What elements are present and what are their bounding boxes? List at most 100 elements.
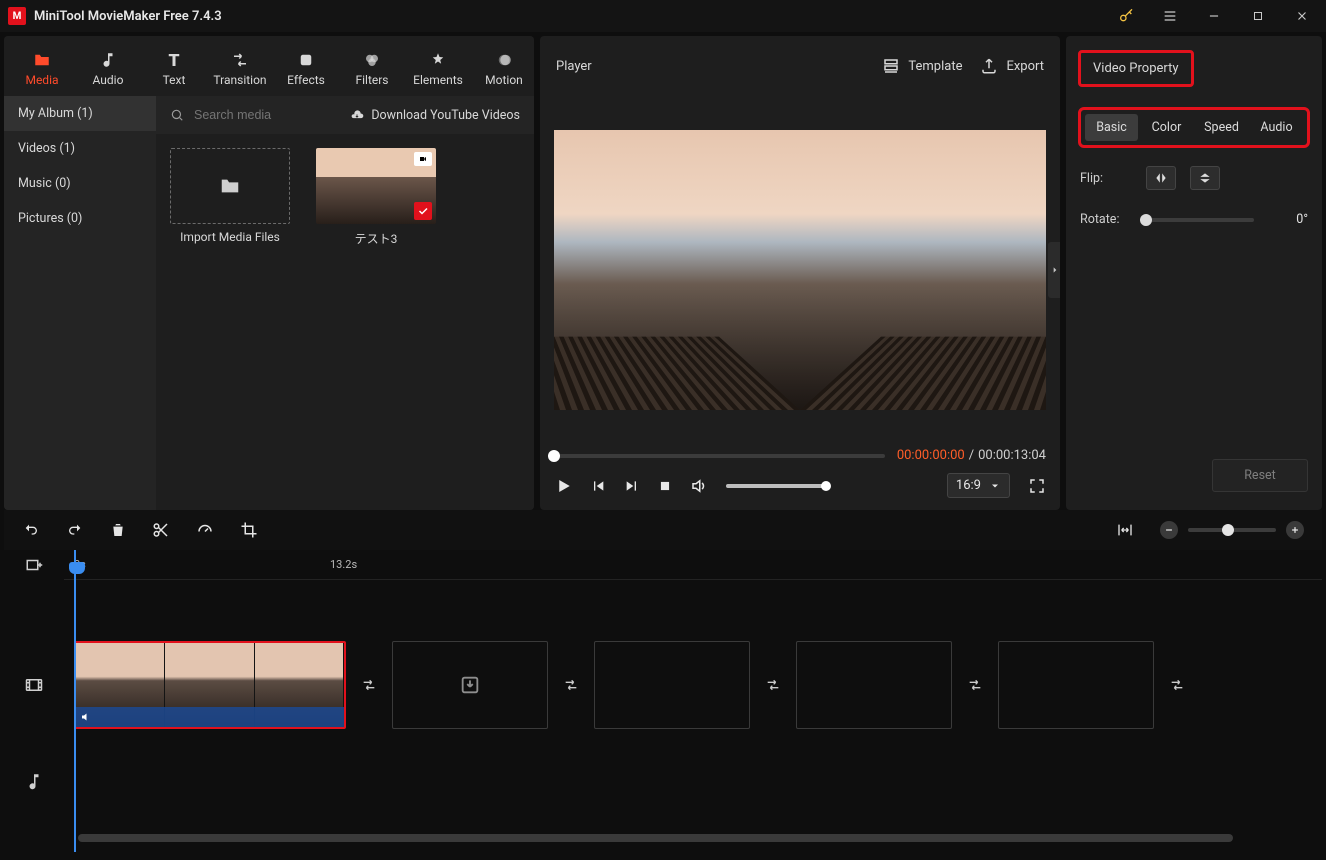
timeline-ruler[interactable]: 0s 13.2s — [64, 550, 1322, 580]
fit-timeline-button[interactable] — [1116, 522, 1134, 538]
property-title: Video Property — [1078, 50, 1194, 87]
zoom-in-button[interactable] — [1286, 521, 1304, 539]
media-tools: Download YouTube Videos — [156, 96, 534, 134]
transition-slot[interactable] — [354, 670, 384, 700]
zoom-slider[interactable] — [1188, 528, 1276, 532]
reset-label: Reset — [1244, 468, 1276, 483]
tab-label: Transition — [213, 73, 266, 87]
import-media-label: Import Media Files — [180, 230, 280, 244]
aspect-ratio-select[interactable]: 16:9 — [947, 473, 1010, 498]
download-youtube-link[interactable]: Download YouTube Videos — [349, 108, 520, 123]
tab-elements[interactable]: Elements — [406, 42, 470, 96]
tab-media[interactable]: Media — [10, 42, 74, 96]
tab-effects[interactable]: Effects — [274, 42, 338, 96]
rotate-label: Rotate: — [1080, 212, 1132, 227]
fullscreen-button[interactable] — [1028, 477, 1046, 495]
split-button[interactable] — [152, 521, 170, 539]
property-tab-color[interactable]: Color — [1140, 114, 1193, 141]
volume-slider[interactable] — [726, 484, 826, 488]
cloud-download-icon — [349, 108, 365, 122]
search-input[interactable] — [192, 107, 332, 123]
import-media-card[interactable]: Import Media Files — [170, 148, 290, 244]
stop-button[interactable] — [658, 479, 672, 493]
duration-time: 00:00:13:04 — [978, 448, 1046, 463]
download-youtube-label: Download YouTube Videos — [371, 108, 520, 123]
property-tab-basic[interactable]: Basic — [1085, 114, 1138, 141]
video-track[interactable] — [64, 636, 1322, 734]
export-button[interactable]: Export — [980, 57, 1044, 75]
license-key-icon[interactable] — [1108, 0, 1144, 32]
sidebar-item-videos[interactable]: Videos (1) — [4, 131, 156, 166]
player-preview[interactable] — [554, 130, 1046, 410]
media-clip-card[interactable]: テスト3 — [316, 148, 436, 247]
prev-frame-button[interactable] — [590, 478, 606, 494]
tab-label: Text — [163, 73, 186, 87]
volume-icon[interactable] — [690, 477, 708, 495]
empty-clip-slot[interactable] — [594, 641, 750, 729]
close-icon[interactable] — [1284, 0, 1320, 32]
delete-button[interactable] — [110, 521, 126, 539]
property-tab-label: Audio — [1260, 120, 1292, 135]
tab-label: Effects — [287, 73, 325, 87]
chevron-down-icon — [989, 480, 1001, 492]
tab-transition[interactable]: Transition — [208, 42, 272, 96]
added-check-icon — [414, 202, 432, 220]
app-title: MiniTool MovieMaker Free 7.4.3 — [34, 9, 222, 24]
export-label: Export — [1006, 59, 1044, 74]
transition-slot[interactable] — [556, 670, 586, 700]
transition-slot[interactable] — [960, 670, 990, 700]
maximize-icon[interactable] — [1240, 0, 1276, 32]
property-tab-label: Basic — [1096, 120, 1127, 135]
playhead[interactable] — [74, 550, 76, 852]
flip-horizontal-button[interactable] — [1146, 166, 1176, 190]
next-frame-button[interactable] — [624, 478, 640, 494]
transition-slot[interactable] — [1162, 670, 1192, 700]
tab-filters[interactable]: Filters — [340, 42, 404, 96]
music-track[interactable] — [64, 734, 1322, 828]
crop-button[interactable] — [240, 521, 258, 539]
property-tab-speed[interactable]: Speed — [1195, 114, 1248, 141]
timeline-horizontal-scrollbar[interactable] — [72, 832, 1314, 844]
sidebar-item-music[interactable]: Music (0) — [4, 166, 156, 201]
filters-icon — [363, 51, 381, 69]
zoom-out-button[interactable] — [1160, 521, 1178, 539]
menu-icon[interactable] — [1152, 0, 1188, 32]
aspect-ratio-value: 16:9 — [956, 478, 981, 493]
flip-label: Flip: — [1080, 171, 1132, 186]
search-media[interactable] — [170, 107, 339, 123]
play-button[interactable] — [554, 477, 572, 495]
speed-button[interactable] — [196, 521, 214, 539]
export-icon — [980, 57, 998, 75]
current-time: 00:00:00:00 — [897, 448, 965, 463]
music-note-icon — [99, 51, 117, 69]
folder-icon — [32, 51, 52, 69]
flip-vertical-button[interactable] — [1190, 166, 1220, 190]
empty-clip-slot[interactable] — [392, 641, 548, 729]
elements-icon — [429, 51, 447, 69]
redo-button[interactable] — [66, 522, 84, 538]
reset-button[interactable]: Reset — [1212, 459, 1308, 492]
tab-label: Audio — [93, 73, 124, 87]
property-tab-audio[interactable]: Audio — [1250, 114, 1303, 141]
progress-slider[interactable] — [554, 454, 885, 458]
folder-icon — [218, 175, 242, 197]
timeline-clip[interactable] — [74, 641, 346, 729]
rotate-slider[interactable] — [1146, 218, 1254, 222]
template-button[interactable]: Template — [882, 57, 962, 75]
undo-button[interactable] — [22, 522, 40, 538]
clip-audio-strip — [76, 707, 344, 727]
empty-clip-slot[interactable] — [998, 641, 1154, 729]
sidebar-item-myalbum[interactable]: My Album (1) — [4, 96, 156, 131]
player-panel: Player Template Export — [540, 36, 1060, 510]
tab-text[interactable]: Text — [142, 42, 206, 96]
sidebar-item-pictures[interactable]: Pictures (0) — [4, 201, 156, 236]
expand-properties-handle[interactable] — [1048, 242, 1060, 298]
tab-motion[interactable]: Motion — [472, 42, 534, 96]
tab-label: Elements — [413, 73, 463, 87]
minimize-icon[interactable] — [1196, 0, 1232, 32]
transition-slot[interactable] — [758, 670, 788, 700]
clip-label: テスト3 — [355, 230, 398, 247]
empty-clip-slot[interactable] — [796, 641, 952, 729]
tab-audio[interactable]: Audio — [76, 42, 140, 96]
add-track-button[interactable] — [4, 550, 64, 580]
